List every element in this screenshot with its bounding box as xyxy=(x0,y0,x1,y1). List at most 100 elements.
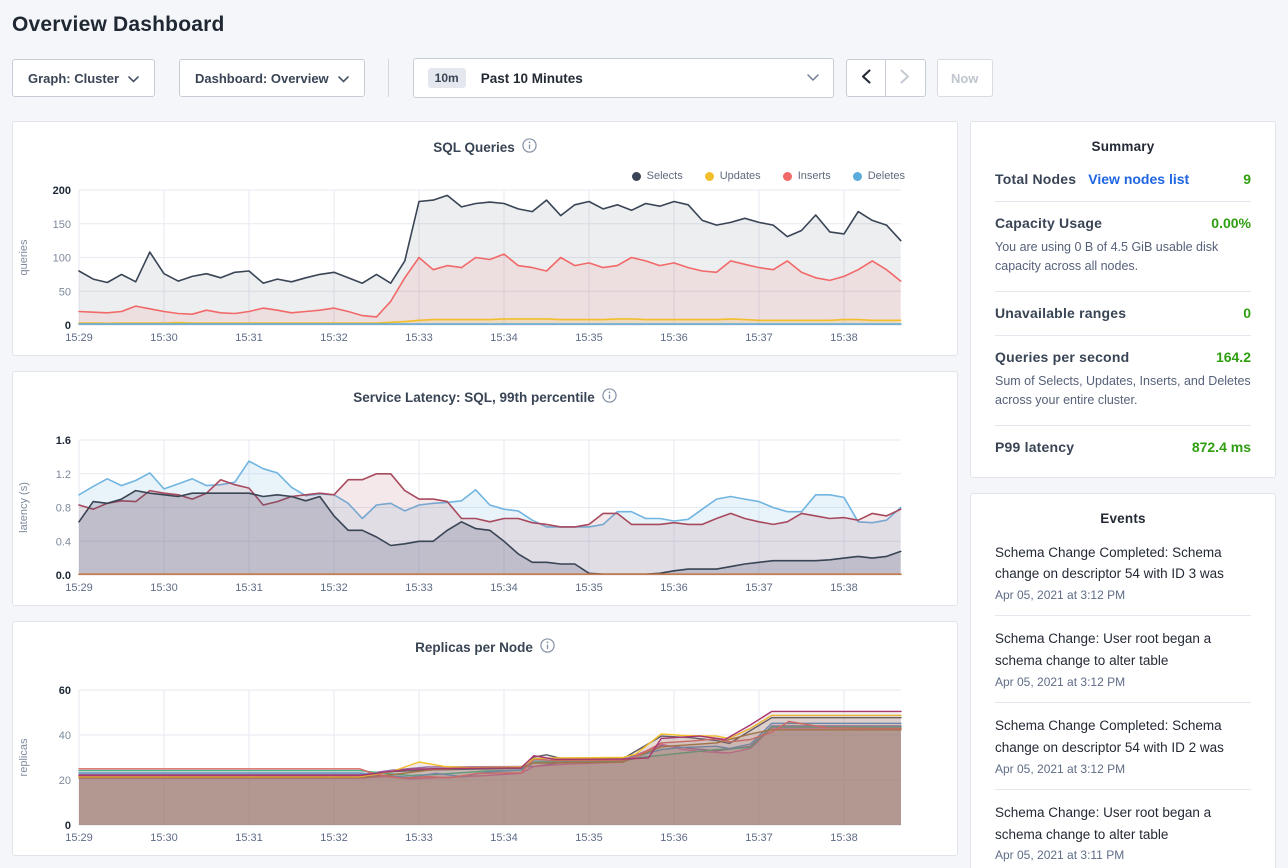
stat-description: Sum of Selects, Updates, Inserts, and De… xyxy=(995,372,1251,411)
svg-text:15:29: 15:29 xyxy=(65,832,93,844)
summary-stat: P99 latency872.4 ms xyxy=(995,426,1251,469)
graph-dropdown[interactable]: Graph: Cluster xyxy=(12,59,155,97)
svg-text:15:34: 15:34 xyxy=(490,832,518,844)
chart-panel-service-latency: Service Latency: SQL, 99th percentile 0.… xyxy=(12,371,958,606)
event-timestamp: Apr 05, 2021 at 3:12 PM xyxy=(995,762,1251,776)
legend-dot-icon xyxy=(853,172,862,181)
time-range-label: Past 10 Minutes xyxy=(481,71,583,86)
legend-item[interactable]: Selects xyxy=(632,170,683,182)
svg-text:15:36: 15:36 xyxy=(660,582,688,594)
event-timestamp: Apr 05, 2021 at 3:11 PM xyxy=(995,848,1251,862)
event-text: Schema Change: User root began a schema … xyxy=(995,628,1251,672)
stat-value: 0 xyxy=(1243,305,1251,321)
events-title: Events xyxy=(971,494,1275,530)
next-time-button[interactable] xyxy=(886,59,926,97)
svg-text:20: 20 xyxy=(59,775,71,787)
page-title: Overview Dashboard xyxy=(12,0,1276,37)
legend-dot-icon xyxy=(705,172,714,181)
svg-text:15:35: 15:35 xyxy=(575,832,603,844)
summary-title: Summary xyxy=(971,122,1275,158)
svg-text:15:33: 15:33 xyxy=(405,332,433,344)
svg-text:15:30: 15:30 xyxy=(150,582,178,594)
event-item[interactable]: Schema Change Completed: Schema change o… xyxy=(995,703,1251,790)
chart-title-text: Replicas per Node xyxy=(415,640,533,655)
summary-stat: Capacity Usage0.00%You are using 0 B of … xyxy=(995,202,1251,292)
svg-text:15:30: 15:30 xyxy=(150,332,178,344)
service-latency-chart[interactable]: 0.00.40.81.21.615:2915:3015:3115:3215:33… xyxy=(13,430,959,605)
event-timestamp: Apr 05, 2021 at 3:12 PM xyxy=(995,588,1251,602)
svg-text:15:29: 15:29 xyxy=(65,582,93,594)
legend-label: Inserts xyxy=(798,170,831,182)
time-range-selector[interactable]: 10m Past 10 Minutes xyxy=(413,58,834,98)
chevron-down-icon xyxy=(338,71,349,86)
chart-panel-sql-queries: SQL Queries Selects Updates Inserts Deletes… xyxy=(12,121,958,356)
prev-time-button[interactable] xyxy=(846,59,886,97)
summary-stat: Total Nodes View nodes list 9 xyxy=(995,158,1251,202)
stat-label: Total Nodes xyxy=(995,171,1076,187)
chart-title: Replicas per Node xyxy=(13,636,957,658)
dashboard-content: SQL Queries Selects Updates Inserts Deletes… xyxy=(12,121,1276,868)
toolbar: Graph: Cluster Dashboard: Overview 10m P… xyxy=(12,58,1276,98)
svg-text:15:32: 15:32 xyxy=(320,832,348,844)
stat-value: 0.00% xyxy=(1211,215,1251,231)
view-nodes-link[interactable]: View nodes list xyxy=(1088,171,1189,187)
svg-text:15:29: 15:29 xyxy=(65,332,93,344)
svg-text:15:35: 15:35 xyxy=(575,332,603,344)
dashboard-dropdown[interactable]: Dashboard: Overview xyxy=(179,59,365,97)
legend-item[interactable]: Deletes xyxy=(853,170,905,182)
charts-column: SQL Queries Selects Updates Inserts Deletes… xyxy=(12,121,958,856)
event-item[interactable]: Schema Change: User root began a schema … xyxy=(995,790,1251,868)
stat-label: Capacity Usage xyxy=(995,215,1102,231)
legend-dot-icon xyxy=(632,172,641,181)
stat-label: Unavailable ranges xyxy=(995,305,1126,321)
chart-panel-replicas-per-node: Replicas per Node 020406015:2915:3015:31… xyxy=(12,621,958,856)
svg-text:100: 100 xyxy=(53,253,71,265)
now-button[interactable]: Now xyxy=(937,59,993,97)
events-list: Schema Change Completed: Schema change o… xyxy=(971,530,1275,868)
svg-text:latency (s): latency (s) xyxy=(18,482,30,533)
events-panel: Events Schema Change Completed: Schema c… xyxy=(970,493,1276,868)
toolbar-divider xyxy=(388,59,389,97)
stat-value: 164.2 xyxy=(1216,349,1251,365)
svg-text:0.4: 0.4 xyxy=(56,536,71,548)
svg-text:60: 60 xyxy=(59,685,71,697)
chart-title-text: SQL Queries xyxy=(433,140,515,155)
dashboard-dropdown-label: Dashboard: Overview xyxy=(195,71,329,86)
stat-label: P99 latency xyxy=(995,439,1074,455)
legend-label: Updates xyxy=(720,170,761,182)
svg-text:0.8: 0.8 xyxy=(56,503,71,515)
summary-panel: Summary Total Nodes View nodes list 9 Capac… xyxy=(970,121,1276,478)
summary-stat: Unavailable ranges 0 xyxy=(995,292,1251,336)
svg-text:15:37: 15:37 xyxy=(745,332,773,344)
legend-item[interactable]: Inserts xyxy=(783,170,831,182)
summary-stats: Total Nodes View nodes list 9 Capacity Usag… xyxy=(971,158,1275,477)
stat-label: Queries per second xyxy=(995,349,1129,365)
svg-text:15:32: 15:32 xyxy=(320,332,348,344)
event-text: Schema Change: User root began a schema … xyxy=(995,802,1251,846)
chart-title-text: Service Latency: SQL, 99th percentile xyxy=(353,390,595,405)
info-icon[interactable] xyxy=(522,138,537,156)
event-text: Schema Change Completed: Schema change o… xyxy=(995,715,1251,759)
stat-value: 9 xyxy=(1243,171,1251,187)
svg-text:15:38: 15:38 xyxy=(830,332,858,344)
replicas-per-node-chart[interactable]: 020406015:2915:3015:3115:3215:3315:3415:… xyxy=(13,680,959,855)
legend-item[interactable]: Updates xyxy=(705,170,761,182)
time-step-buttons xyxy=(846,59,926,97)
info-icon[interactable] xyxy=(602,388,617,406)
svg-text:1.6: 1.6 xyxy=(56,435,71,447)
overview-dashboard-page: Overview Dashboard Graph: Cluster Dashbo… xyxy=(0,0,1288,868)
chevron-right-icon xyxy=(900,69,910,87)
chevron-down-icon xyxy=(128,71,139,86)
event-item[interactable]: Schema Change Completed: Schema change o… xyxy=(995,530,1251,617)
time-range-badge: 10m xyxy=(428,68,466,88)
svg-text:15:32: 15:32 xyxy=(320,582,348,594)
chevron-left-icon xyxy=(861,69,871,87)
svg-text:15:31: 15:31 xyxy=(235,332,263,344)
graph-dropdown-label: Graph: Cluster xyxy=(28,71,119,86)
event-item[interactable]: Schema Change: User root began a schema … xyxy=(995,616,1251,703)
sidebar: Summary Total Nodes View nodes list 9 Capac… xyxy=(970,121,1276,868)
sql-queries-chart[interactable]: 05010015020015:2915:3015:3115:3215:3315:… xyxy=(13,180,959,355)
event-text: Schema Change Completed: Schema change o… xyxy=(995,542,1251,586)
info-icon[interactable] xyxy=(540,638,555,656)
svg-text:15:34: 15:34 xyxy=(490,582,518,594)
